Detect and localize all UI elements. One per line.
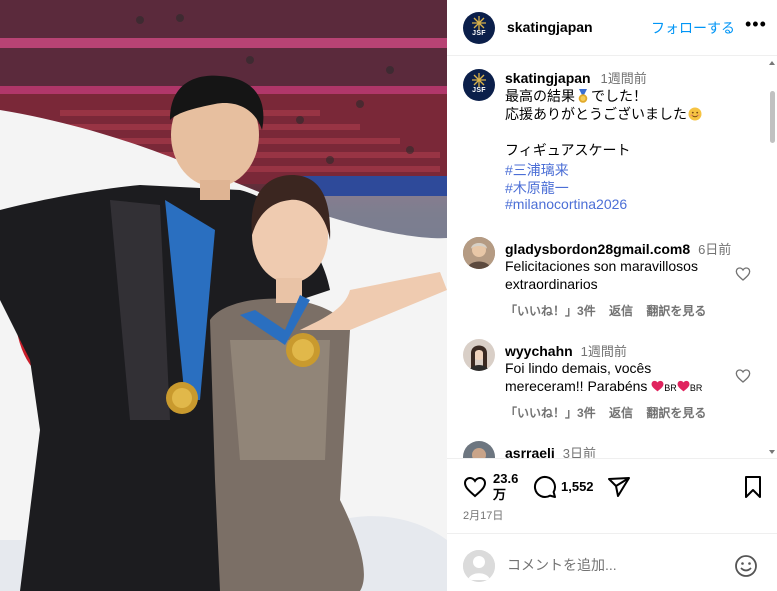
- like-count[interactable]: 23.6 万: [493, 471, 518, 503]
- comment-text-line: Foi lindo demais, vocês: [505, 360, 652, 376]
- caption-text-a: 最高の結果: [505, 88, 575, 104]
- caption-username[interactable]: skatingjapan: [505, 70, 591, 86]
- red-heart-icon: [651, 380, 664, 392]
- like-count-unit: 万: [493, 487, 507, 502]
- more-options-icon[interactable]: •••: [745, 15, 767, 33]
- reply-button[interactable]: 返信: [609, 304, 633, 318]
- post-date[interactable]: 2月17日: [463, 507, 503, 523]
- hashtag-link[interactable]: #木原龍一: [505, 178, 569, 198]
- scrollbar-thumb[interactable]: [770, 91, 775, 143]
- jsf-logo-icon: [472, 16, 486, 30]
- post-side-panel: JSF skatingjapan フォローする ••• JSF skatingj…: [447, 0, 777, 591]
- comment-like-heart-icon[interactable]: [735, 368, 751, 384]
- caption-line-3: フィギュアスケート: [505, 142, 631, 158]
- follow-button[interactable]: フォローする: [651, 18, 735, 38]
- like-count-number: 23.6: [493, 471, 519, 486]
- heart-icon[interactable]: [463, 475, 487, 499]
- caption-avatar[interactable]: JSF: [463, 69, 495, 101]
- jsf-logo-text: JSF: [472, 30, 486, 37]
- comment-likes-count[interactable]: 「いいね！」3件: [505, 304, 596, 318]
- comment-composer: [447, 533, 777, 591]
- post-photo[interactable]: [0, 0, 447, 591]
- account-username[interactable]: skatingjapan: [507, 19, 593, 35]
- hashtag-link[interactable]: #milanocortina2026: [505, 196, 627, 212]
- default-user-icon: [463, 550, 495, 582]
- photo-illustration: [0, 0, 447, 591]
- post-action-bar: 23.6 万 1,552 2月17日: [447, 458, 777, 533]
- comments-scroll-area[interactable]: JSF skatingjapan 1週間前 最高の結果 でした！ 応援ありがとうご…: [447, 57, 777, 458]
- post-header: JSF skatingjapan フォローする •••: [447, 0, 777, 56]
- flag-br-text: BR: [689, 383, 703, 393]
- user-photo-icon: [463, 441, 495, 458]
- user-photo-icon: [463, 237, 495, 269]
- user-photo-icon: [463, 339, 495, 371]
- add-comment-input[interactable]: [507, 554, 727, 576]
- emoji-icon[interactable]: [734, 554, 758, 578]
- scroll-down-arrow-icon[interactable]: [769, 450, 775, 454]
- comment-username[interactable]: gladysbordon28gmail.com8: [505, 241, 690, 257]
- caption-line-1: 最高の結果 でした！: [505, 87, 647, 105]
- comment-text: Felicitaciones son maravillosos extraord…: [505, 257, 741, 293]
- see-translation-button[interactable]: 翻訳を見る: [646, 304, 706, 318]
- comment-avatar[interactable]: [463, 339, 495, 371]
- red-heart-icon: [677, 380, 690, 392]
- scroll-up-arrow-icon[interactable]: [769, 61, 775, 65]
- instagram-post-modal: JSF skatingjapan フォローする ••• JSF skatingj…: [0, 0, 777, 591]
- comment-icon[interactable]: [533, 475, 557, 499]
- see-translation-button[interactable]: 翻訳を見る: [646, 406, 706, 420]
- comment-header: gladysbordon28gmail.com8 6日前: [505, 239, 731, 258]
- comment-text: Foi lindo demais, vocês mereceram!! Para…: [505, 359, 741, 397]
- hashtag-link[interactable]: #三浦璃来: [505, 160, 569, 180]
- comment-username[interactable]: wyychahn: [505, 343, 573, 359]
- caption-header: skatingjapan 1週間前: [505, 69, 647, 88]
- reply-button[interactable]: 返信: [609, 406, 633, 420]
- caption-thanks-text: 応援ありがとうございました: [505, 106, 687, 122]
- comments-scrollbar[interactable]: [767, 57, 777, 458]
- account-avatar[interactable]: JSF: [463, 12, 495, 44]
- flag-br-text: BR: [664, 383, 677, 393]
- caption-text-b: でした！: [591, 88, 647, 104]
- comment-like-heart-icon[interactable]: [735, 266, 751, 282]
- comment-actions: 「いいね！」3件 返信 翻訳を見る: [505, 404, 716, 421]
- comment-text-line: extraordinarios: [505, 276, 598, 292]
- comment-text-line: Felicitaciones son maravillosos: [505, 258, 698, 274]
- caption-line-2: 応援ありがとうございました: [505, 105, 703, 123]
- bookmark-icon[interactable]: [741, 475, 765, 499]
- comment-header: asrraeli 3日前: [505, 443, 596, 458]
- comment-text-fragment: mereceram!! Parabéns: [505, 378, 648, 394]
- comment-header: wyychahn 1週間前: [505, 341, 627, 360]
- comment-avatar[interactable]: [463, 237, 495, 269]
- comment-time[interactable]: 3日前: [563, 446, 596, 458]
- comment-text-line: mereceram!! Parabéns BR BR: [505, 377, 741, 397]
- jsf-logo-text: JSF: [472, 87, 486, 94]
- caption-time[interactable]: 1週間前: [600, 71, 646, 86]
- medal-icon: [578, 89, 588, 103]
- comment-likes-count[interactable]: 「いいね！」3件: [505, 406, 596, 420]
- current-user-avatar: [463, 550, 495, 582]
- share-icon[interactable]: [607, 475, 631, 499]
- comment-username[interactable]: asrraeli: [505, 445, 555, 458]
- comment-actions: 「いいね！」3件 返信 翻訳を見る: [505, 302, 716, 319]
- jsf-logo-icon: [472, 73, 486, 87]
- smile-emoji-icon: [688, 107, 702, 121]
- comment-time[interactable]: 6日前: [698, 242, 731, 257]
- comment-count[interactable]: 1,552: [561, 479, 594, 495]
- comment-avatar[interactable]: [463, 441, 495, 458]
- comment-time[interactable]: 1週間前: [581, 344, 627, 359]
